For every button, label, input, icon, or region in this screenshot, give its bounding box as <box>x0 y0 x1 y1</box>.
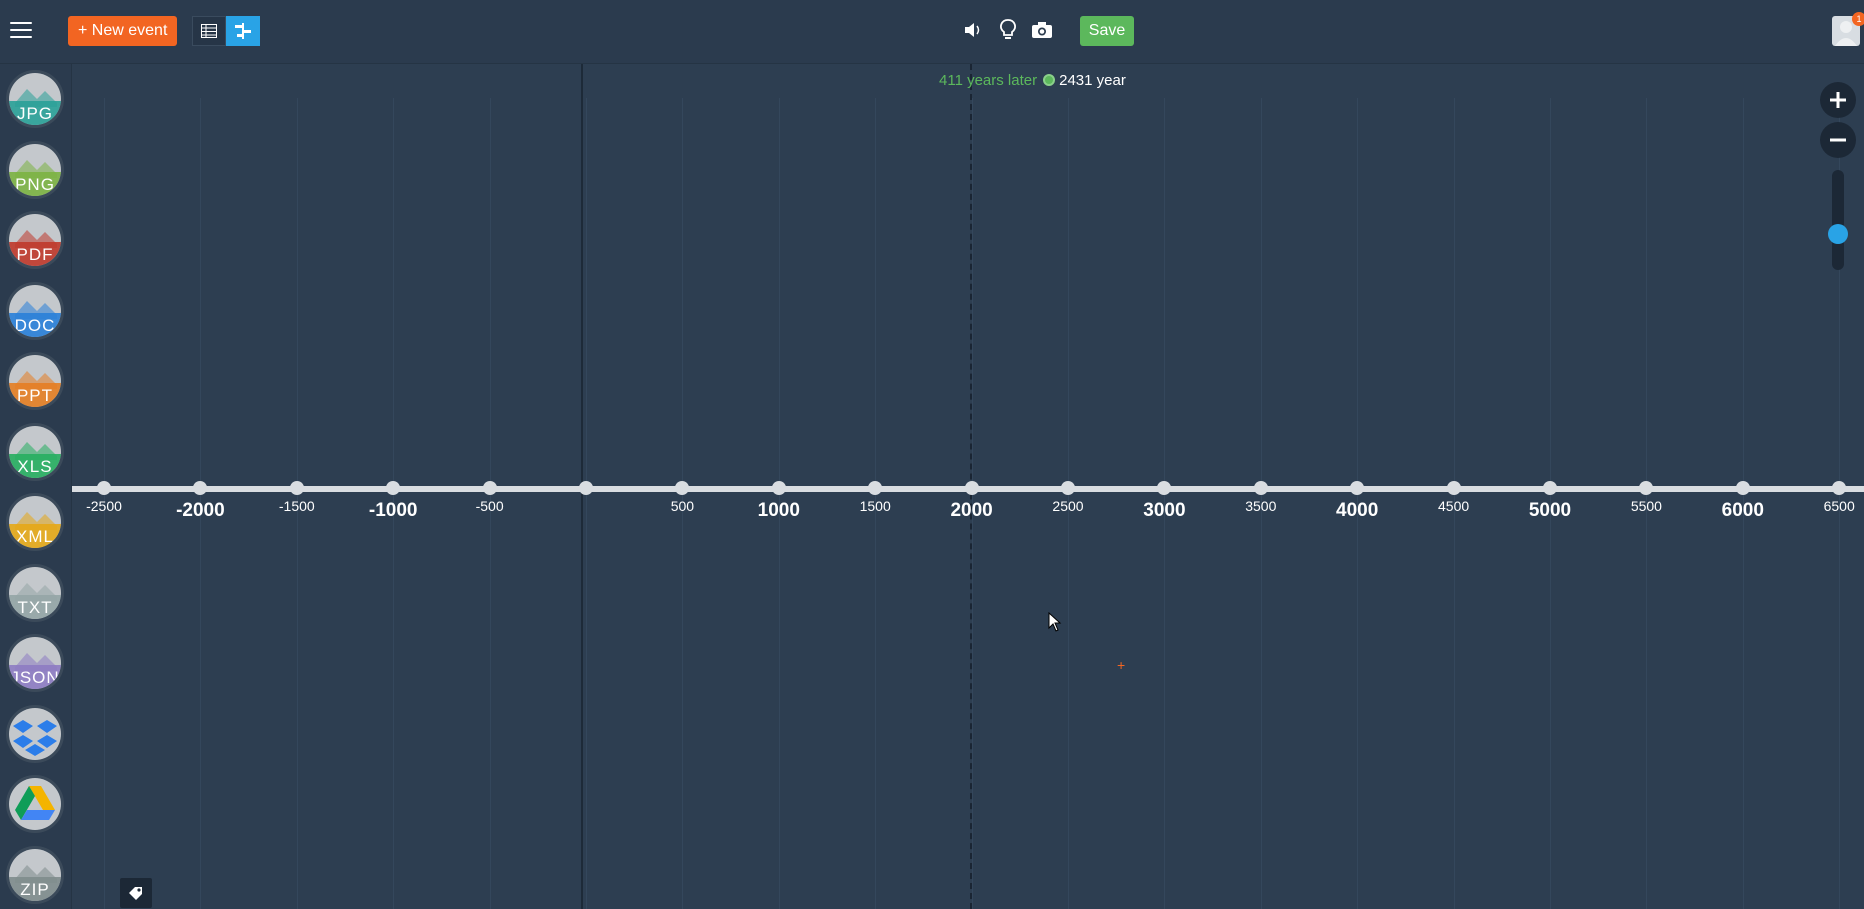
zoom-slider-thumb[interactable] <box>1828 224 1848 244</box>
xml-file-icon[interactable]: XML <box>6 493 64 551</box>
file-type-label: JPG <box>16 104 54 123</box>
file-type-label: DOC <box>14 315 56 335</box>
tick-label: -1500 <box>278 498 315 514</box>
doc-file-icon[interactable]: DOC <box>6 281 64 340</box>
timeline-tick[interactable] <box>1446 481 1461 495</box>
timeline-tick[interactable] <box>97 481 111 495</box>
timeline-tick[interactable] <box>1832 481 1847 495</box>
jpg-file-icon[interactable]: JPG <box>6 70 64 128</box>
years-later-text: 411 years later <box>939 72 1038 89</box>
tick-label: -500 <box>475 498 504 514</box>
xls-file-icon[interactable]: XLS <box>6 422 64 481</box>
media-tools <box>962 18 1054 42</box>
ppt-file-icon[interactable]: PPT <box>6 352 64 410</box>
zoom-slider-track[interactable] <box>1832 170 1844 270</box>
file-type-label: XLS <box>17 456 53 476</box>
tick-label: 2000 <box>950 500 993 521</box>
avatar[interactable]: 1 <box>1832 12 1864 46</box>
tick-label: 5000 <box>1528 500 1572 521</box>
tick-label: 500 <box>670 498 695 514</box>
file-type-label: JSON <box>10 668 60 687</box>
add-event-marker: + <box>1117 657 1126 673</box>
timeline-tick[interactable] <box>1157 481 1172 495</box>
timeline-view-icon[interactable] <box>226 16 260 46</box>
pdf-file-icon[interactable]: PDF <box>6 211 64 269</box>
tick-label: -1000 <box>368 500 418 521</box>
table-view-icon[interactable] <box>192 16 226 46</box>
mouse-cursor-icon <box>1048 612 1062 632</box>
zip-file-icon[interactable]: ZIP <box>6 845 64 904</box>
lightbulb-icon[interactable] <box>996 18 1020 42</box>
tick-label: -2000 <box>176 500 225 521</box>
timeline-tick[interactable] <box>675 481 690 495</box>
tick-label: -2500 <box>86 498 122 514</box>
timeline-tick[interactable] <box>193 481 208 495</box>
tick-label: 3500 <box>1245 498 1277 514</box>
timeline-tick[interactable] <box>1543 481 1557 495</box>
tick-label: 1500 <box>859 498 891 514</box>
notification-badge: 1 <box>1852 12 1864 26</box>
file-type-label: ZIP <box>20 879 50 899</box>
google-drive-icon[interactable] <box>6 775 64 833</box>
tick-label: 5500 <box>1630 498 1662 514</box>
tick-label: 2500 <box>1052 498 1084 514</box>
timeline-tick[interactable] <box>771 481 786 495</box>
txt-file-icon[interactable]: TXT <box>6 563 64 622</box>
tick-label: 3000 <box>1143 500 1186 521</box>
tick-label: 4000 <box>1336 500 1379 521</box>
sound-icon[interactable] <box>962 18 986 42</box>
timeline-tick[interactable] <box>964 481 979 495</box>
dropbox-icon[interactable] <box>6 704 64 763</box>
timeline-tick[interactable] <box>1061 481 1075 495</box>
file-type-label: PDF <box>16 245 54 264</box>
gridline <box>586 98 587 909</box>
file-type-label: TXT <box>17 597 53 617</box>
png-file-icon[interactable]: PNG <box>6 140 64 199</box>
timeline-tick[interactable] <box>579 481 593 495</box>
tick-label: 6500 <box>1823 498 1855 514</box>
new-event-button[interactable]: + New event <box>68 16 178 46</box>
now-year-text: 2431 year <box>1059 72 1126 89</box>
top-toolbar: + New event Save 1 <box>0 0 1864 64</box>
tag-icon[interactable] <box>120 878 152 908</box>
camera-icon[interactable] <box>1030 18 1054 42</box>
menu-icon[interactable] <box>10 22 32 40</box>
save-button[interactable]: Save <box>1080 16 1134 46</box>
timeline-tick[interactable] <box>386 481 401 495</box>
tick-label: 6000 <box>1721 500 1764 521</box>
now-dot-icon <box>1043 74 1056 86</box>
tick-label: 1000 <box>757 500 800 521</box>
view-toggle <box>192 16 260 46</box>
timeline-canvas[interactable]: 411 years later 2431 year + -2500 -2000 -15… <box>72 64 1864 909</box>
timeline-tick[interactable] <box>1639 481 1654 495</box>
file-type-label: PNG <box>15 174 55 194</box>
file-type-label: PPT <box>16 386 54 405</box>
now-marker-label: 411 years later 2431 year <box>939 72 1126 89</box>
zoom-in-button[interactable] <box>1820 82 1856 118</box>
zoom-out-button[interactable] <box>1820 122 1856 158</box>
tick-label: 4500 <box>1438 498 1470 514</box>
timeline-tick[interactable] <box>482 481 497 495</box>
timeline-tick[interactable] <box>1350 481 1365 495</box>
timeline-tick[interactable] <box>868 481 883 495</box>
timeline-tick[interactable] <box>289 481 304 495</box>
timeline-tick[interactable] <box>1253 481 1268 495</box>
import-sidebar: JPG PNG PDF DOC PPT XLS XML TXT JSON ZIP <box>0 64 72 909</box>
file-type-label: XML <box>16 527 54 546</box>
json-file-icon[interactable]: JSON <box>6 634 64 692</box>
timeline-tick[interactable] <box>1735 481 1750 495</box>
